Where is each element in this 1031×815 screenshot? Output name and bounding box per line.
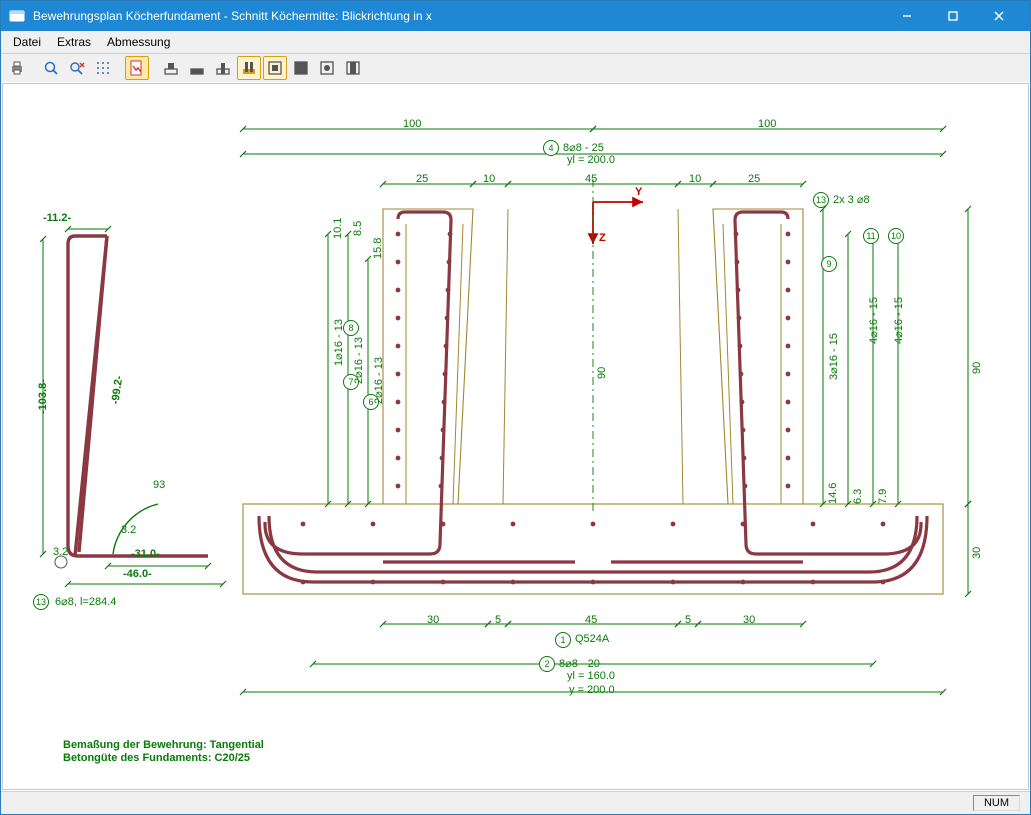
pos4-spec: 8⌀8 - 25 xyxy=(563,141,604,154)
h79: 7.9 xyxy=(877,489,889,504)
close-button[interactable] xyxy=(976,1,1022,31)
detail-angle: 93 xyxy=(153,479,165,491)
mid90: 90 xyxy=(596,367,608,379)
axis-y: Y xyxy=(635,186,642,198)
b30a: 30 xyxy=(427,614,439,626)
menu-dim[interactable]: Abmessung xyxy=(99,33,178,51)
h90: 90 xyxy=(971,362,983,374)
detail-r1: 3.2 xyxy=(121,524,136,536)
top-half-a: 100 xyxy=(403,118,421,130)
detail-top-dim: -11.2- xyxy=(43,212,71,224)
note-a: Bemaßung der Bewehrung: Tangential xyxy=(63,739,264,751)
b30b: 30 xyxy=(743,614,755,626)
section-h-button[interactable] xyxy=(341,56,365,80)
h146: 14.6 xyxy=(827,483,839,504)
pos9-circle: 9 xyxy=(821,256,837,272)
pos2-circle: 2 xyxy=(539,656,555,672)
pos10-circle: 10 xyxy=(888,228,904,244)
section-e-button[interactable] xyxy=(263,56,287,80)
pos13-spec: 2x 3 ⌀8 xyxy=(833,193,870,206)
menubar: Datei Extras Abmessung xyxy=(1,31,1030,54)
app-window: Bewehrungsplan Köcherfundament - Schnitt… xyxy=(0,0,1031,815)
l6: 2⌀16 - 13 xyxy=(372,357,385,404)
top-half-b: 100 xyxy=(758,118,776,130)
pos11-circle: 11 xyxy=(863,228,879,244)
l8: 1⌀16 - 13 xyxy=(332,319,345,366)
pos4-yl: yl = 200.0 xyxy=(567,154,615,166)
section-c-button[interactable] xyxy=(211,56,235,80)
h63: 6.3 xyxy=(852,489,864,504)
axis-z: Z xyxy=(599,232,606,244)
pos2-spec: 8⌀8 - 20 xyxy=(559,657,600,670)
statusbar: NUM xyxy=(1,791,1030,814)
h158: 15.8 xyxy=(372,238,384,259)
seg25a: 25 xyxy=(416,173,428,185)
l7: 2⌀16 - 13 xyxy=(352,337,365,384)
maximize-button[interactable] xyxy=(930,1,976,31)
b5b: 5 xyxy=(685,614,691,626)
window-buttons xyxy=(884,1,1022,31)
note-b: Betongüte des Fundaments: C20/25 xyxy=(63,752,250,764)
menu-file[interactable]: Datei xyxy=(5,33,49,51)
minimize-button[interactable] xyxy=(884,1,930,31)
zoom-fit-button[interactable] xyxy=(65,56,89,80)
detail-left-dim: -103.8- xyxy=(37,379,49,414)
detail-r2: 3.2 xyxy=(53,546,68,558)
toolbar xyxy=(1,54,1030,82)
h30: 30 xyxy=(971,547,983,559)
detail-bott2: -46.0- xyxy=(123,568,152,580)
window-title: Bewehrungsplan Köcherfundament - Schnitt… xyxy=(33,9,884,23)
b45: 45 xyxy=(585,614,597,626)
section-d-button[interactable] xyxy=(237,56,261,80)
seg10a: 10 xyxy=(483,173,495,185)
pos13-circle: 13 xyxy=(813,192,829,208)
seg45: 45 xyxy=(585,173,597,185)
r9: 3⌀16 - 15 xyxy=(827,333,840,380)
detail-pos-circle: 13 xyxy=(33,594,49,610)
seg25b: 25 xyxy=(748,173,760,185)
seg10b: 10 xyxy=(689,173,701,185)
b5a: 5 xyxy=(495,614,501,626)
detail-bott: -31.0- xyxy=(131,548,160,560)
h101: 10.1 xyxy=(332,218,344,239)
print-button[interactable] xyxy=(5,56,29,80)
zoom-button[interactable] xyxy=(39,56,63,80)
detail-spec: 6⌀8, l=284.4 xyxy=(55,595,116,608)
pos4-circle: 4 xyxy=(543,140,559,156)
drawing-canvas[interactable]: -11.2- -103.8- -99.2- 93 3.2 3.2 -31.0- … xyxy=(2,83,1029,790)
app-icon xyxy=(9,8,25,24)
r11: 4⌀16 - 15 xyxy=(867,297,880,344)
pos2-yl: yl = 160.0 xyxy=(567,670,615,682)
section-b-button[interactable] xyxy=(185,56,209,80)
section-g-button[interactable] xyxy=(315,56,339,80)
pos8-circle: 8 xyxy=(343,320,359,336)
detail-bar-drawing xyxy=(13,184,243,744)
pdf-button[interactable] xyxy=(125,56,149,80)
section-f-button[interactable] xyxy=(289,56,313,80)
section-a-button[interactable] xyxy=(159,56,183,80)
pos1-spec: Q524A xyxy=(575,633,609,645)
titlebar: Bewehrungsplan Köcherfundament - Schnitt… xyxy=(1,1,1030,31)
menu-extras[interactable]: Extras xyxy=(49,33,99,51)
status-num: NUM xyxy=(973,795,1020,811)
pos1-circle: 1 xyxy=(555,632,571,648)
r10: 4⌀16 - 15 xyxy=(892,297,905,344)
pos2-y: y = 200.0 xyxy=(569,684,615,696)
h85: 8.5 xyxy=(352,221,364,236)
grid-button[interactable] xyxy=(91,56,115,80)
